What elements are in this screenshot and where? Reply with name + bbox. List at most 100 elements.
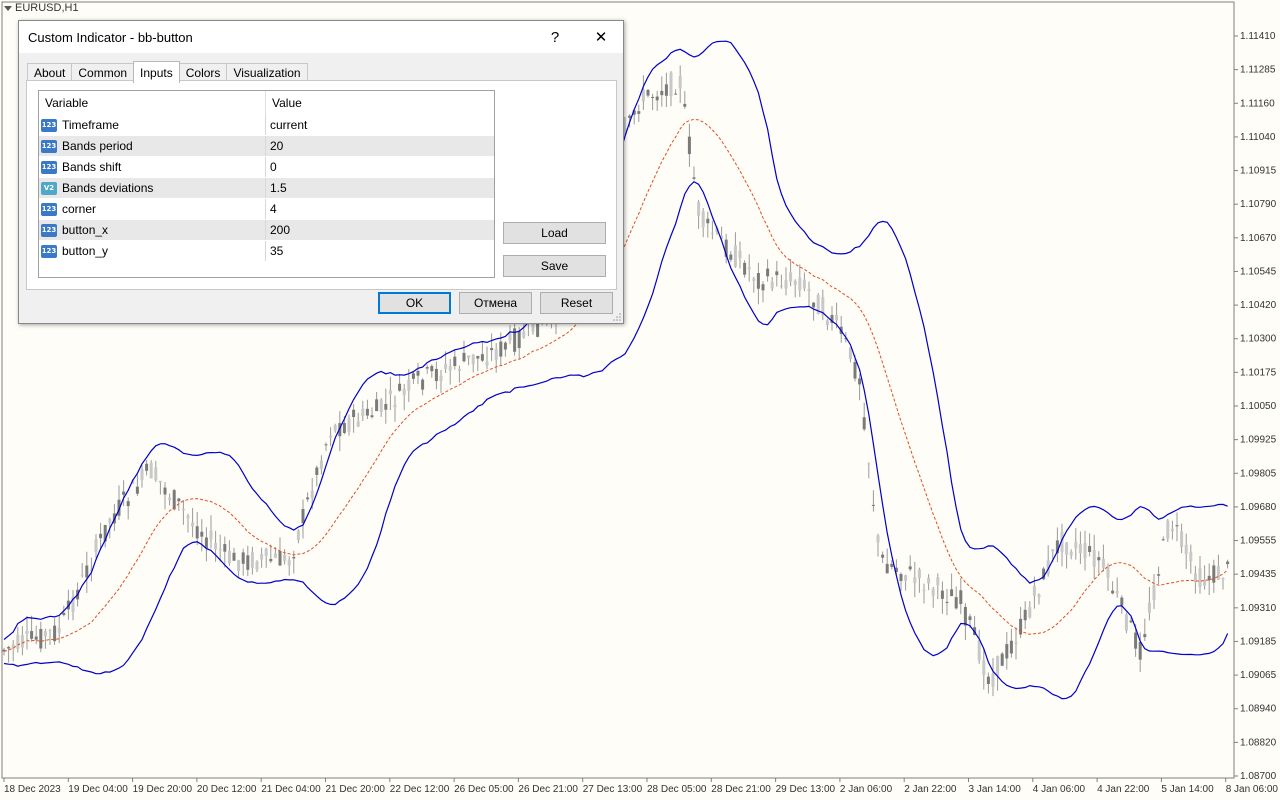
resize-grip-icon[interactable] [613,313,621,321]
candle-body [867,463,871,465]
price-tick-label: 1.11285 [1240,65,1276,76]
price-tick-label: 1.09805 [1240,468,1277,479]
candle-body [798,277,802,291]
column-header-variable[interactable]: Variable [39,91,266,115]
candle-body [204,537,208,549]
candle-body [296,530,300,540]
candle-body [467,355,471,359]
candle-body [655,96,659,101]
candle-body [292,556,296,559]
candle-body [522,331,526,338]
candle-body [641,89,645,102]
candle-body [1019,618,1023,635]
candle-body [1069,551,1073,556]
variable-name: Timeframe [62,118,119,132]
candle-body [421,379,425,390]
price-tick-label: 1.11410 [1240,31,1276,42]
candle-body [646,89,650,96]
ok-button[interactable]: OK [378,292,451,314]
integer-type-icon: 123 [41,139,57,153]
candle-body [1180,531,1184,548]
column-header-value[interactable]: Value [266,91,302,115]
table-row[interactable]: V2 Bands deviations 1.5 [39,178,494,199]
candle-body [931,589,935,596]
variable-value[interactable]: 35 [266,244,283,258]
table-row[interactable]: 123 Bands period 20 [39,136,494,157]
candle-body [1170,528,1174,532]
candle-body [940,590,944,599]
table-row[interactable]: 123 corner 4 [39,199,494,220]
load-button[interactable]: Load [503,222,606,244]
variable-value[interactable]: 20 [266,139,283,153]
candle-body [1124,614,1128,631]
double-type-icon: V2 [41,181,57,195]
candle-body [223,544,227,552]
close-button[interactable]: ✕ [579,21,623,53]
table-row[interactable]: 123 Timeframe current [39,115,494,136]
price-tick-label: 1.10050 [1240,401,1277,412]
price-tick-label: 1.10420 [1240,300,1277,311]
price-tick-label: 1.09310 [1240,603,1277,614]
candle-body [775,271,779,276]
dialog-title-bar[interactable]: Custom Indicator - bb-button ? ✕ [19,21,623,53]
save-button[interactable]: Save [503,255,606,277]
candle-body [1074,542,1078,549]
candle-body [678,76,682,89]
table-row[interactable]: 123 button_y 35 [39,241,494,262]
candle-body [186,515,190,519]
candle-body [784,280,788,289]
candle-body [411,373,415,379]
candle-body [802,279,806,289]
variable-value[interactable]: 4 [266,202,277,216]
candle-body [218,548,222,551]
candle-body [1189,552,1193,562]
candle-body [1023,609,1027,621]
candle-body [743,262,747,275]
variable-value[interactable]: 0 [266,160,277,174]
candle-body [706,218,710,224]
candle-body [393,404,397,408]
tab-inputs[interactable]: Inputs [133,61,180,83]
candle-body [945,601,949,603]
candle-body [163,487,167,495]
candle-body [917,569,921,579]
candle-body [283,554,287,561]
candle-body [260,554,264,560]
table-row[interactable]: 123 Bands shift 0 [39,157,494,178]
price-tick-label: 1.09555 [1240,536,1277,547]
inputs-table: Variable Value 123 Timeframe current 123 B… [38,90,495,278]
candle-body [255,561,259,570]
price-tick-label: 1.10670 [1240,233,1277,244]
candle-body [361,408,365,416]
candle-body [57,627,61,633]
variable-value[interactable]: current [266,118,307,132]
candle-body [172,490,176,510]
candle-body [347,418,351,432]
candle-body [927,577,931,584]
cancel-button[interactable]: Отмена [459,292,532,314]
candle-body [122,491,126,495]
integer-type-icon: 123 [41,202,57,216]
price-tick-label: 1.11160 [1240,98,1275,109]
help-button[interactable]: ? [533,21,577,53]
variable-value[interactable]: 1.5 [266,181,287,195]
time-tick-label: 22 Dec 12:00 [390,784,450,795]
candle-body [108,519,112,523]
candle-body [154,467,158,481]
candle-body [1088,546,1092,553]
candle-body [457,368,461,371]
candle-body [963,606,967,626]
integer-type-icon: 123 [41,223,57,237]
candle-body [425,367,429,369]
candle-body [135,486,139,494]
tab-bar: About Common Inputs Colors Visualization [27,61,308,83]
candle-body [862,417,866,430]
candle-body [752,278,756,281]
price-tick-label: 1.10790 [1240,199,1277,210]
reset-button[interactable]: Reset [540,292,613,314]
candle-body [85,565,89,578]
table-row[interactable]: 123 button_x 200 [39,220,494,241]
candle-body [729,254,733,260]
candle-body [209,530,213,540]
variable-value[interactable]: 200 [266,223,290,237]
